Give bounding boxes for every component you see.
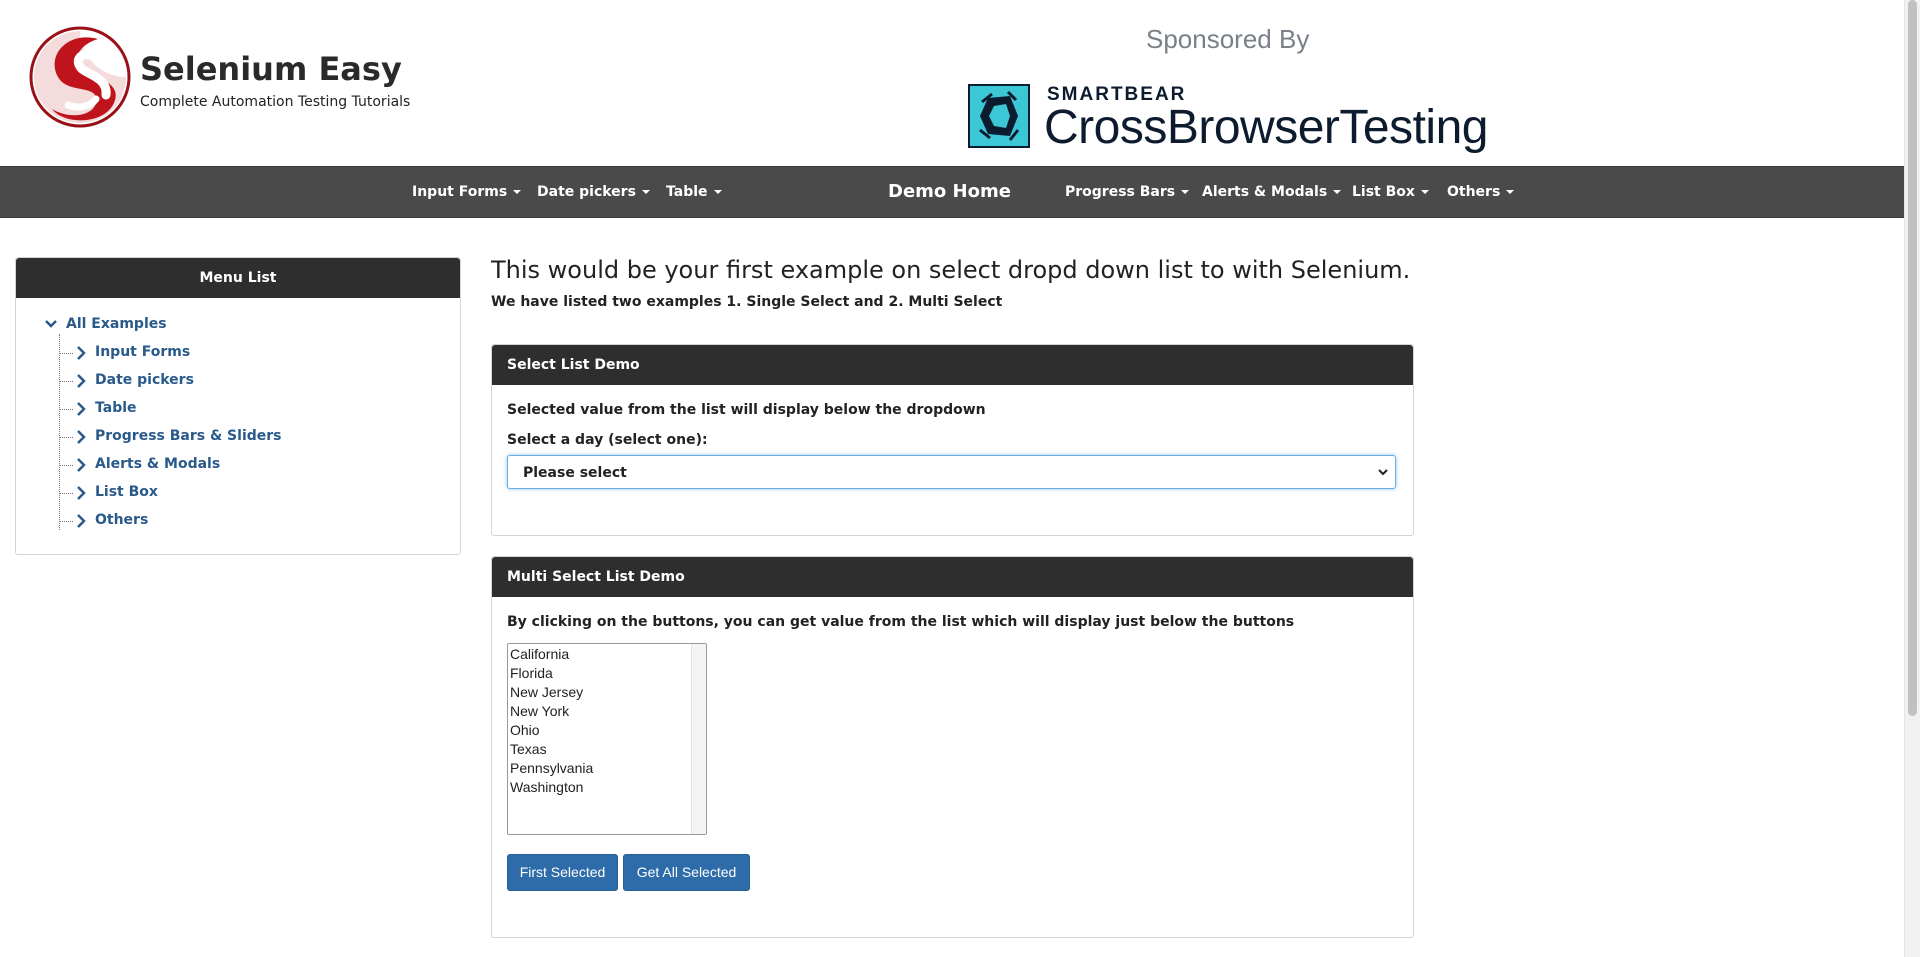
list-option[interactable]: Washington [510, 779, 583, 795]
brand-subtitle: Complete Automation Testing Tutorials [140, 94, 411, 110]
page-title: This would be your first example on sele… [491, 256, 1411, 284]
select-day-dropdown[interactable]: Please select [507, 455, 1396, 489]
select-day-label: Select a day (select one): [507, 432, 708, 448]
listbox-scrollbar[interactable] [691, 644, 706, 834]
page-scrollbar[interactable] [1904, 0, 1920, 957]
chevron-right-icon [77, 402, 86, 416]
nav-progress-bars-label: Progress Bars [1065, 184, 1176, 200]
sponsor-label: Sponsored By [1146, 24, 1310, 54]
nav-others[interactable]: Others [1447, 167, 1515, 217]
page-subtitle: We have listed two examples 1. Single Se… [491, 294, 1003, 310]
list-option[interactable]: Pennsylvania [510, 760, 593, 776]
nav-table[interactable]: Table [666, 167, 722, 217]
nav-date-pickers[interactable]: Date pickers [537, 167, 650, 217]
chevron-down-icon [45, 320, 57, 328]
chevron-right-icon [77, 346, 86, 360]
caret-down-icon [641, 190, 650, 194]
nav-input-forms[interactable]: Input Forms [412, 167, 522, 217]
selenium-easy-logo-icon[interactable] [28, 25, 132, 129]
multi-select-description: By clicking on the buttons, you can get … [507, 614, 1295, 630]
sidebar-item-label: Others [95, 512, 149, 528]
select-list-demo-panel: Select List Demo Selected value from the… [491, 344, 1414, 536]
nav-alerts-modals[interactable]: Alerts & Modals [1202, 167, 1342, 217]
nav-input-forms-label: Input Forms [412, 184, 508, 200]
crossbrowsertesting-logo-icon[interactable] [968, 84, 1030, 148]
multi-select-demo-heading: Multi Select List Demo [492, 557, 1413, 597]
list-option[interactable]: California [510, 646, 569, 662]
caret-down-icon [513, 190, 522, 194]
get-all-selected-button[interactable]: Get All Selected [623, 854, 750, 891]
first-selected-button[interactable]: First Selected [507, 854, 618, 891]
select-day-value: Please select [523, 465, 627, 481]
page-scrollbar-thumb[interactable] [1908, 0, 1917, 716]
tree-branch [59, 353, 73, 354]
states-multi-select-list[interactable]: California Florida New Jersey New York O… [507, 643, 707, 835]
sponsor-crossbrowsertesting-text[interactable]: CrossBrowserTesting [1044, 100, 1488, 155]
chevron-right-icon [77, 374, 86, 388]
nav-progress-bars[interactable]: Progress Bars [1065, 167, 1190, 217]
sidebar-item-label: Table [95, 400, 137, 416]
list-option[interactable]: Ohio [510, 722, 540, 738]
nav-table-label: Table [666, 184, 708, 200]
caret-down-icon [1333, 190, 1342, 194]
nav-others-label: Others [1447, 184, 1501, 200]
caret-down-icon [713, 190, 722, 194]
sidebar-item-label: Progress Bars & Sliders [95, 428, 282, 444]
nav-list-box-label: List Box [1352, 184, 1415, 200]
list-option[interactable]: New York [510, 703, 569, 719]
caret-down-icon [1181, 190, 1190, 194]
caret-down-icon [1506, 190, 1515, 194]
sidebar-item-label: Date pickers [95, 372, 194, 388]
tree-branch [59, 493, 73, 494]
chevron-right-icon [77, 486, 86, 500]
nav-alerts-modals-label: Alerts & Modals [1202, 184, 1328, 200]
tree-root-label: All Examples [66, 316, 167, 332]
sidebar-item-label: Alerts & Modals [95, 456, 221, 472]
select-list-description: Selected value from the list will displa… [507, 402, 986, 418]
multi-select-list-demo-panel: Multi Select List Demo By clicking on th… [491, 556, 1414, 938]
nav-list-box[interactable]: List Box [1352, 167, 1429, 217]
tree-root-all-examples[interactable]: All Examples [44, 316, 167, 332]
caret-down-icon [1420, 190, 1429, 194]
menu-list-panel: Menu List All Examples Input Forms Date … [15, 257, 461, 555]
chevron-right-icon [77, 514, 86, 528]
tree-branch [59, 521, 73, 522]
list-option[interactable]: Texas [510, 741, 547, 757]
brand-title[interactable]: Selenium Easy [140, 50, 402, 88]
tree-branch [59, 409, 73, 410]
nav-demo-home[interactable]: Demo Home [888, 167, 1011, 217]
sidebar-item-label: List Box [95, 484, 158, 500]
nav-date-pickers-label: Date pickers [537, 184, 636, 200]
chevron-right-icon [77, 458, 86, 472]
chevron-right-icon [77, 430, 86, 444]
menu-list-title: Menu List [16, 258, 460, 298]
tree-connector-line [59, 334, 60, 530]
chevron-down-icon [1378, 469, 1388, 476]
top-navbar: Input Forms Date pickers Table Demo Home… [0, 166, 1905, 218]
tree-branch [59, 381, 73, 382]
tree-branch [59, 437, 73, 438]
site-header: Selenium Easy Complete Automation Testin… [0, 0, 1905, 166]
tree-branch [59, 465, 73, 466]
sidebar-item-label: Input Forms [95, 344, 191, 360]
list-option[interactable]: New Jersey [510, 684, 583, 700]
select-list-demo-heading: Select List Demo [492, 345, 1413, 385]
list-option[interactable]: Florida [510, 665, 553, 681]
